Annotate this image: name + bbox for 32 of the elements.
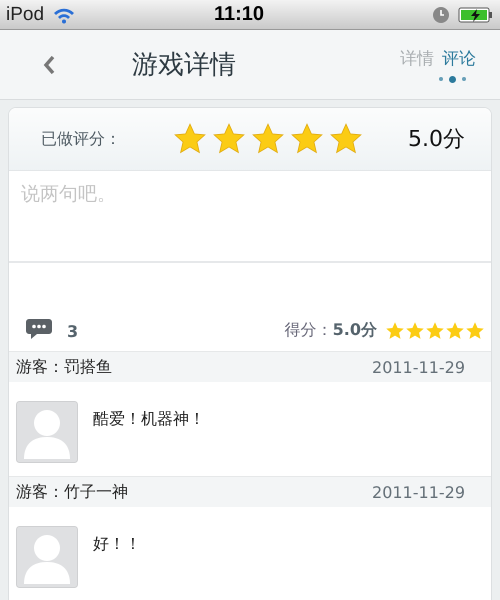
- star-icon[interactable]: [212, 122, 246, 156]
- avatar-icon: [16, 526, 78, 588]
- rating-label: 已做评分：: [41, 128, 122, 150]
- user-name: 游客：罚搭鱼: [16, 356, 112, 378]
- star-icon: [465, 321, 485, 341]
- star-icon[interactable]: [173, 122, 207, 156]
- star-icon: [385, 321, 405, 341]
- rating-score: 5.0分: [408, 126, 465, 154]
- user-name: 游客：竹子一神: [16, 482, 128, 502]
- comment-text: 酷爱！机器神！: [93, 409, 205, 430]
- score-label: 得分：: [284, 320, 333, 341]
- clock-time: 11:10: [212, 3, 266, 26]
- battery-icon: [458, 6, 494, 24]
- device-name: iPod: [6, 4, 44, 26]
- star-icon: [405, 321, 425, 341]
- comment-text: 好！！: [93, 534, 141, 555]
- back-icon[interactable]: [42, 54, 56, 76]
- star-rating[interactable]: [173, 122, 363, 156]
- star-icon[interactable]: [329, 122, 363, 156]
- page-title: 游戏详情: [132, 49, 237, 82]
- star-icon[interactable]: [251, 122, 285, 156]
- tab[interactable]: 评论: [442, 46, 476, 70]
- comment-icon: [25, 317, 53, 341]
- score-value: 5.0分: [332, 320, 377, 341]
- avatar-icon: [16, 401, 78, 463]
- star-icon[interactable]: [290, 122, 324, 156]
- comment-date: 2011-11-29: [372, 482, 465, 502]
- comment-count: 3: [67, 322, 78, 341]
- star-icon: [425, 321, 445, 341]
- clock-icon: [432, 6, 450, 24]
- star-icon: [445, 321, 465, 341]
- comment-date: 2011-11-29: [372, 358, 465, 376]
